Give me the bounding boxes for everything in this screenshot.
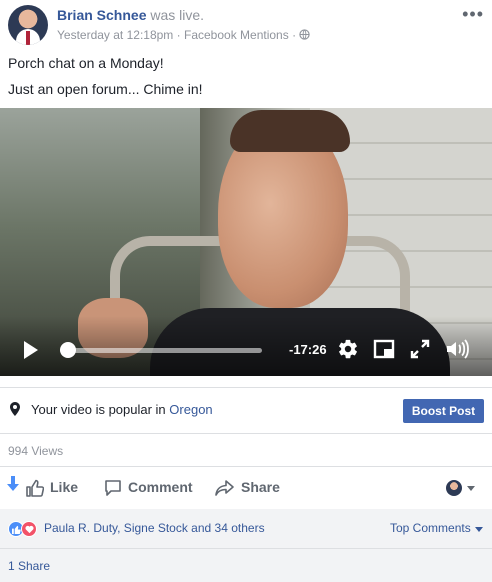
post-caption-line-1: Porch chat on a Monday!	[8, 55, 164, 71]
divider	[0, 433, 492, 434]
comment-label: Comment	[128, 479, 193, 495]
pip-icon[interactable]	[373, 338, 395, 365]
video-person-hair	[230, 110, 350, 152]
view-count: 994 Views	[8, 444, 64, 458]
play-icon[interactable]	[24, 341, 38, 359]
shares-row: 1 Share	[0, 549, 492, 582]
author-avatar[interactable]	[8, 5, 48, 45]
reactions-row: Paula R. Duty, Signe Stock and 34 others…	[0, 509, 492, 549]
video-player[interactable]: -17:26	[0, 108, 492, 376]
meta-separator: ·	[176, 28, 181, 42]
post-actions: Like Comment Share	[0, 468, 492, 508]
settings-gear-icon[interactable]	[337, 338, 359, 365]
arrow-down-icon	[7, 476, 19, 491]
post-meta: Yesterday at 12:18pm · Facebook Mentions…	[57, 28, 311, 42]
author-line: Brian Schnee was live.	[57, 7, 204, 23]
popular-text: Your video is popular in Oregon	[31, 402, 213, 417]
live-status: was live.	[150, 7, 205, 23]
comment-icon	[105, 480, 121, 497]
love-reaction-icon[interactable]	[21, 521, 37, 537]
caret-down-icon[interactable]	[475, 527, 483, 532]
share-label: Share	[241, 479, 280, 495]
author-name[interactable]: Brian Schnee	[57, 7, 146, 23]
share-arrow-icon	[215, 480, 234, 497]
globe-icon	[299, 29, 311, 40]
meta-separator-2: ·	[292, 28, 297, 42]
share-button[interactable]: Share	[215, 479, 280, 497]
map-pin-icon	[10, 402, 20, 416]
top-comments-dropdown[interactable]: Top Comments	[390, 521, 471, 535]
popular-message: Your video is popular in	[31, 402, 166, 417]
post-timestamp[interactable]: Yesterday at 12:18pm	[57, 28, 173, 42]
boost-post-button[interactable]: Boost Post	[403, 399, 484, 423]
divider	[0, 466, 492, 467]
popular-location[interactable]: Oregon	[169, 402, 212, 417]
fullscreen-icon[interactable]	[409, 338, 431, 365]
video-progress-track[interactable]	[60, 348, 262, 353]
post-caption-line-2: Just an open forum... Chime in!	[8, 81, 203, 97]
video-remaining-time: -17:26	[289, 342, 327, 357]
like-button[interactable]: Like	[26, 479, 79, 498]
volume-icon[interactable]	[445, 338, 469, 365]
chevron-down-icon[interactable]	[467, 486, 475, 491]
like-label: Like	[50, 479, 79, 495]
post-header: Brian Schnee was live. Yesterday at 12:1…	[0, 0, 492, 50]
post-source[interactable]: Facebook Mentions	[184, 28, 289, 42]
video-progress-knob[interactable]	[60, 342, 76, 358]
reactions-summary[interactable]: Paula R. Duty, Signe Stock and 34 others	[44, 521, 265, 535]
more-options-icon[interactable]: •••	[462, 4, 484, 25]
thumbs-up-icon	[26, 479, 45, 498]
comment-button[interactable]: Comment	[104, 479, 193, 497]
avatar-tie	[26, 31, 30, 45]
post-as-avatar[interactable]	[446, 480, 462, 496]
share-count[interactable]: 1 Share	[8, 559, 50, 573]
